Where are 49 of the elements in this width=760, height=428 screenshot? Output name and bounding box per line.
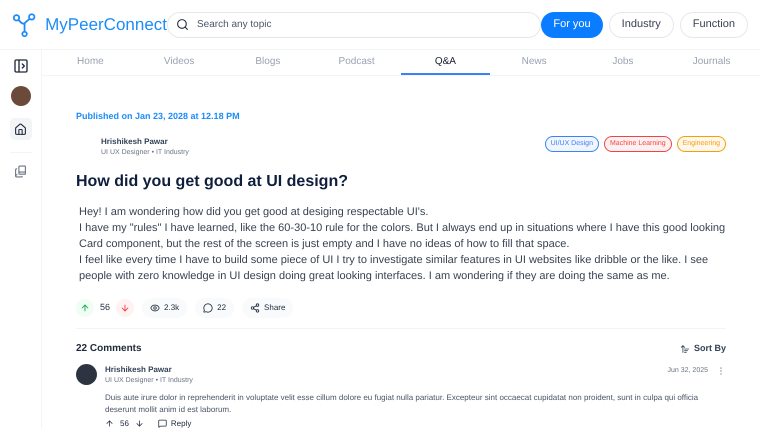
filter-chip[interactable]: Function bbox=[680, 12, 748, 38]
share-icon bbox=[250, 303, 260, 313]
question-paragraph: I have my "rules" I have learned, like the 60-30-10 rule for the colors. But I always end up in situations where I have this good looking Card component, but the rest of the screen is just empty and I have no ideas of how to fill that space. bbox=[78, 221, 726, 252]
upvote-button[interactable] bbox=[76, 299, 94, 317]
sort-button[interactable]: Sort By bbox=[680, 342, 726, 356]
arrow-up-icon bbox=[80, 303, 90, 313]
vote-count: 56 bbox=[120, 418, 129, 428]
filter-chip[interactable]: Industry bbox=[608, 12, 674, 38]
home-button[interactable] bbox=[10, 118, 32, 140]
nav-tab[interactable]: Blogs bbox=[224, 50, 312, 75]
nav-tab[interactable]: News bbox=[490, 50, 578, 75]
search-field[interactable]: Search any topic bbox=[167, 12, 542, 38]
logo-icon bbox=[12, 10, 38, 38]
commenter-name[interactable]: Hrishikesh Pawar bbox=[105, 364, 193, 376]
downvote-icon[interactable] bbox=[134, 419, 144, 428]
filter-chip[interactable]: For you bbox=[541, 12, 603, 38]
comments-button[interactable]: 22 bbox=[195, 298, 234, 318]
views-button[interactable]: 2.3k bbox=[142, 298, 188, 318]
avatar[interactable] bbox=[10, 86, 30, 106]
comments-heading: 22 Comments bbox=[76, 342, 142, 356]
commenter-avatar[interactable] bbox=[76, 364, 97, 385]
vote-count: 56 bbox=[100, 301, 110, 314]
published-date: Published on Jan 23, 2028 at 12.18 PM bbox=[76, 110, 241, 123]
question-title: How did you get good at UI design? bbox=[76, 172, 349, 192]
nav-tab[interactable]: Jobs bbox=[578, 50, 668, 75]
brand-name: MyPeerConnect bbox=[45, 14, 167, 36]
nav-tab[interactable]: Videos bbox=[134, 50, 224, 75]
eye-icon bbox=[150, 303, 160, 313]
downvote-button[interactable] bbox=[116, 299, 134, 317]
nav-tab[interactable]: Podcast bbox=[312, 50, 401, 75]
upvote-icon[interactable] bbox=[105, 419, 114, 428]
arrow-down-icon bbox=[120, 303, 130, 313]
library-icon[interactable] bbox=[14, 165, 27, 178]
nav-tab[interactable]: Journals bbox=[667, 50, 756, 75]
share-button[interactable]: Share bbox=[242, 298, 294, 318]
question-paragraph: I feel like every time I have to build some piece of UI I try to investigate similar features in UI websites like dribble or the like. I see people with zero knowledge in UI design doing great looking interfaces. I am wondering if they are doing the same as me. bbox=[78, 253, 710, 284]
speech-bubble-icon bbox=[203, 303, 214, 313]
expand-sidebar-icon[interactable] bbox=[12, 58, 28, 74]
speech-bubble-icon bbox=[158, 419, 167, 428]
author-name[interactable]: Hrishikesh Pawar bbox=[101, 136, 189, 148]
sort-icon bbox=[680, 344, 690, 354]
home-icon bbox=[14, 122, 27, 136]
comment-text: Duis aute irure dolor in reprehenderit in voluptate velit esse cillum dolore eu fugiat nulla pariatur. Excepteur sint occaecat cupidatat non proident, sunt in culpa qui officia deserunt mollit anim id est laborum. bbox=[105, 392, 700, 416]
search-input[interactable]: Search any topic bbox=[197, 17, 532, 32]
nav-tab[interactable]: Home bbox=[46, 50, 135, 75]
search-icon bbox=[176, 18, 189, 31]
reply-button[interactable]: Reply bbox=[158, 418, 192, 428]
question-paragraph: Hey! I am wondering how did you get good at desiging respectable UI's. bbox=[78, 205, 430, 220]
nav-tab[interactable]: Q&A bbox=[401, 50, 490, 75]
